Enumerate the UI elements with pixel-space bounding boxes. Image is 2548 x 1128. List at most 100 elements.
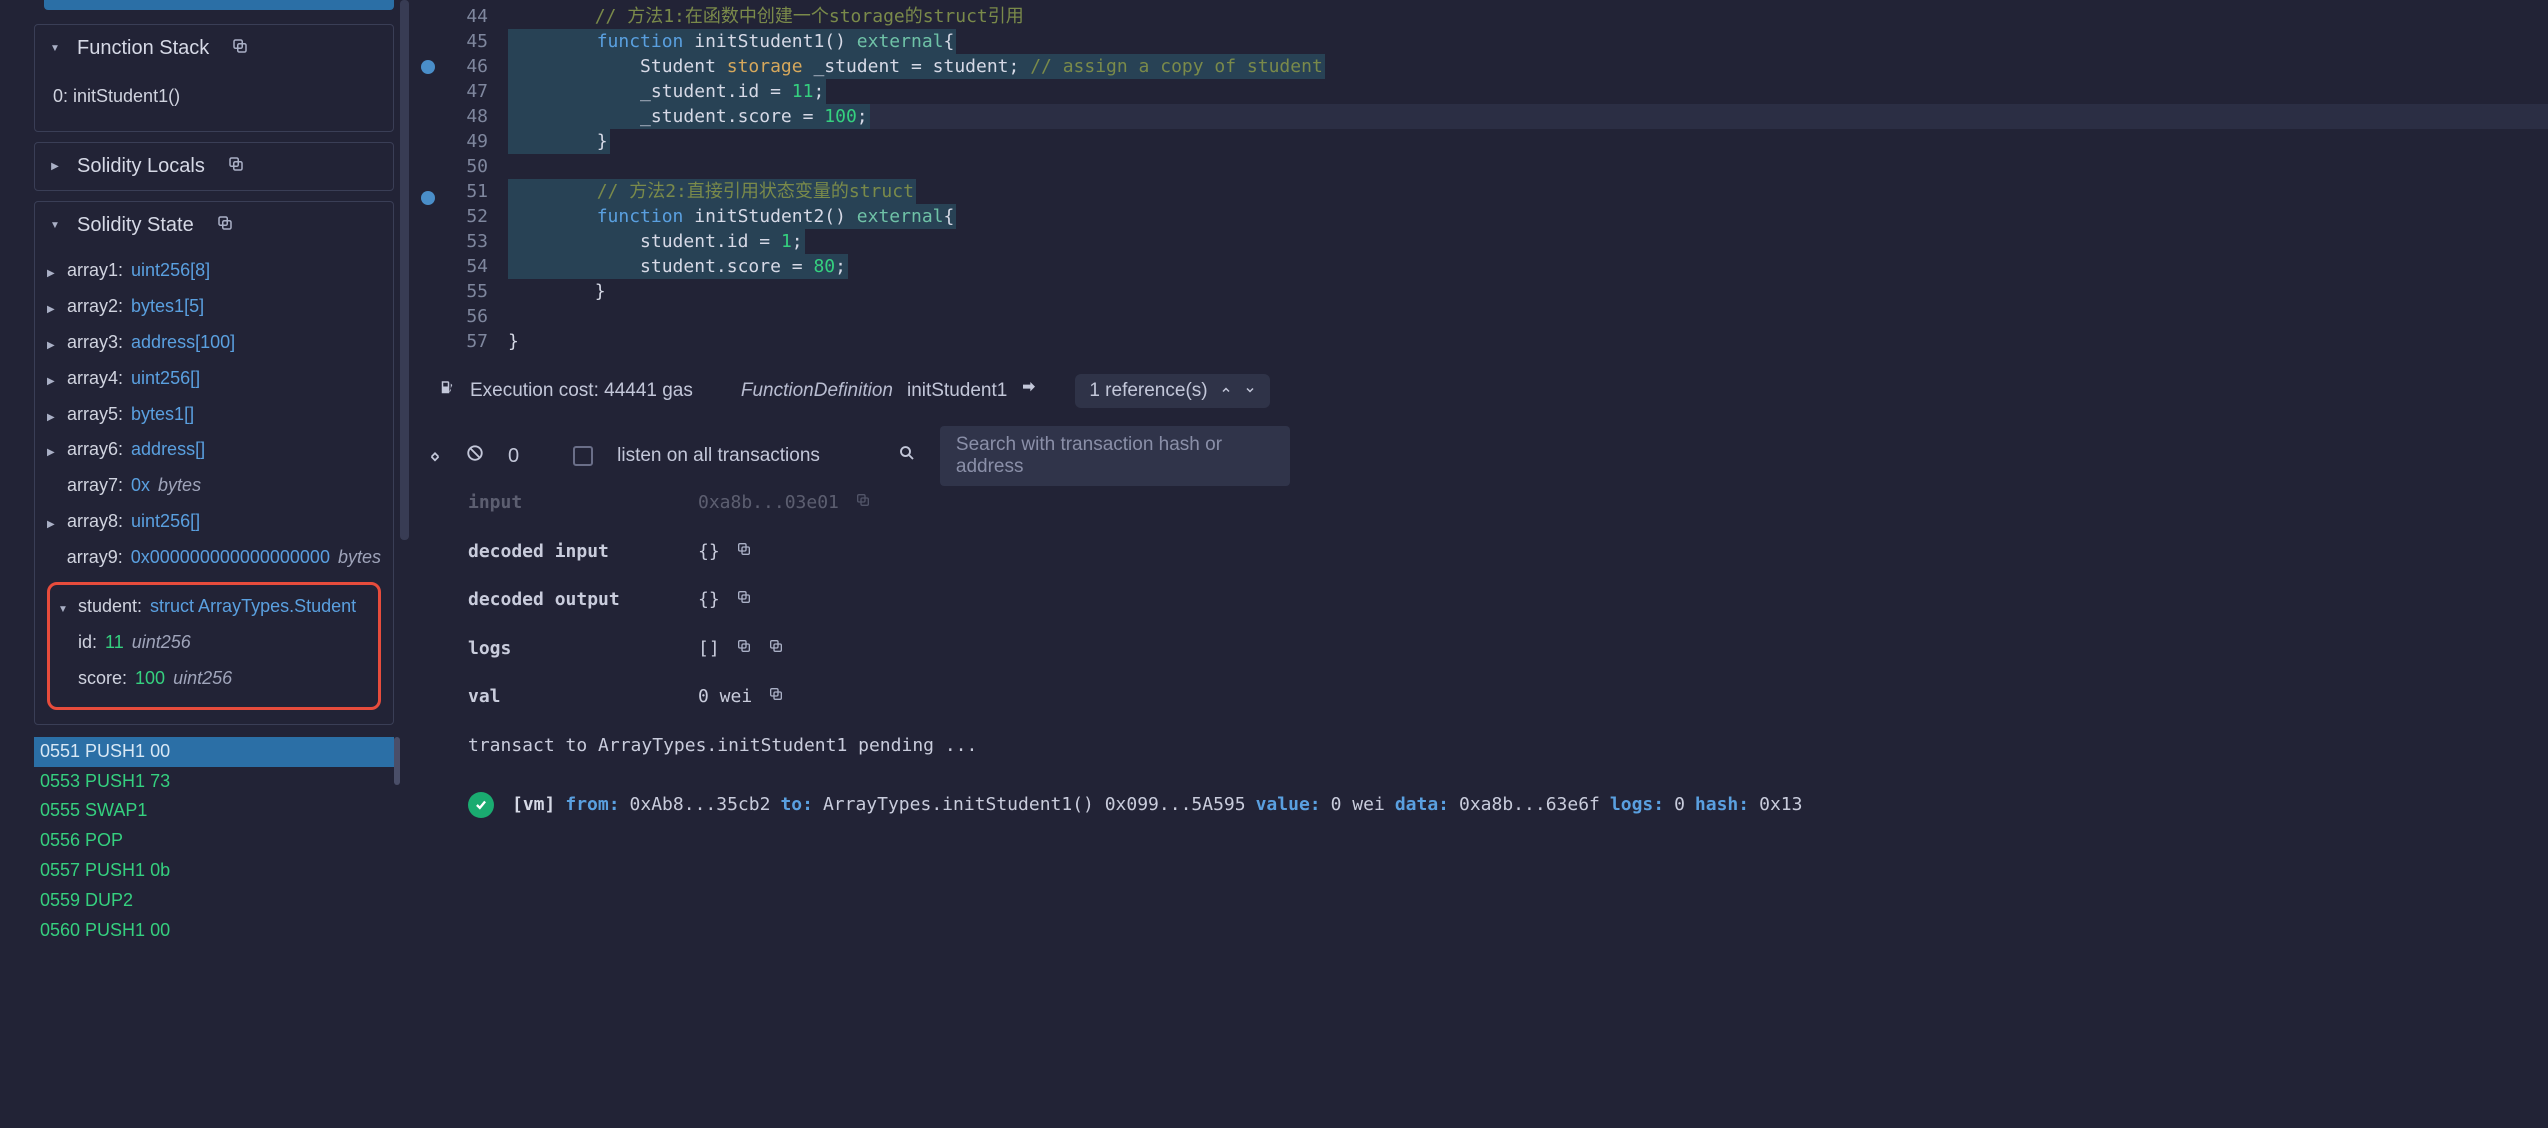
chevron-down-icon [58,593,70,621]
log-value: 0 wei [698,682,752,713]
line-number: 52 [448,204,488,229]
line-number: 49 [448,129,488,154]
state-var[interactable]: array2: bytes1[5] [47,289,381,325]
opcode-line[interactable]: 0553 PUSH1 73 [34,767,394,797]
line-number: 50 [448,154,488,179]
search-input[interactable]: Search with transaction hash or address [940,426,1290,486]
opcode-line[interactable]: 0555 SWAP1 [34,796,394,826]
code-line[interactable]: _student.id = 11; [508,79,2548,104]
listen-checkbox[interactable] [573,446,593,466]
code-line[interactable]: } [508,129,2548,154]
function-stack-title: Function Stack [77,37,209,60]
opcode-list[interactable]: 0551 PUSH1 000553 PUSH1 730555 SWAP10556… [34,737,394,946]
scrollbar[interactable] [394,737,400,785]
breakpoint-icon[interactable] [421,60,435,74]
copy-icon[interactable] [768,682,784,713]
line-number: 53 [448,229,488,254]
state-var[interactable]: array9: 0x000000000000000000 bytes [47,540,381,576]
state-var[interactable]: array8: uint256[] [47,504,381,540]
chevron-right-icon [47,401,59,429]
breakpoint-icon[interactable] [421,191,435,205]
gas-icon [438,379,456,403]
code-line[interactable]: } [508,279,2548,304]
state-var[interactable]: array6: address[] [47,432,381,468]
copy-icon[interactable] [768,634,784,665]
debug-toolbar-strip[interactable] [44,0,394,10]
chevron-right-icon [47,436,59,464]
opcode-line[interactable]: 0559 DUP2 [34,886,394,916]
expand-icon[interactable] [428,448,442,465]
copy-icon[interactable] [216,214,234,237]
code-line[interactable] [508,154,2548,179]
chevron-right-icon [47,508,59,536]
line-number: 54 [448,254,488,279]
log-row: decoded input{} [468,537,2508,568]
chevron-up-icon [1220,380,1232,402]
jump-icon[interactable] [1021,380,1037,402]
solidity-locals-title: Solidity Locals [77,155,205,178]
state-var[interactable]: array4: uint256[] [47,361,381,397]
state-var[interactable]: array1: uint256[8] [47,253,381,289]
line-number: 44 [448,4,488,29]
opcode-line[interactable]: 0551 PUSH1 00 [34,737,394,767]
log-value: [] [698,634,720,665]
code-editor[interactable]: 4445464748495051525354555657 // 方法1:在函数中… [408,0,2548,366]
line-number: 56 [448,304,488,329]
copy-icon[interactable] [736,585,752,616]
stack-frame[interactable]: 0: initStudent1() [47,76,381,117]
opcode-line[interactable]: 0557 PUSH1 0b [34,856,394,886]
solidity-locals-header[interactable]: Solidity Locals [35,143,393,190]
chevron-right-icon [49,161,61,172]
code-line[interactable]: _student.score = 100; [508,104,2548,129]
terminal-console[interactable]: input 0xa8b...03e01 decoded input{}decod… [408,496,2548,1128]
pending-count: 0 [508,445,519,468]
chevron-down-icon [49,43,61,54]
references-count: 1 reference(s) [1089,380,1207,402]
code-line[interactable]: student.score = 80; [508,254,2548,279]
debug-panel: Function Stack 0: initStudent1() Solidit… [0,0,408,1128]
solidity-state-header[interactable]: Solidity State [35,202,393,249]
execution-cost: Execution cost: 44441 gas [470,380,693,402]
function-stack-section: Function Stack 0: initStudent1() [34,24,394,132]
solidity-state-section: Solidity State array1: uint256[8]array2:… [34,201,394,725]
function-stack-header[interactable]: Function Stack [35,25,393,72]
state-var[interactable]: array5: bytes1[] [47,397,381,433]
line-number: 55 [448,279,488,304]
chevron-down-icon [1244,380,1256,402]
search-icon[interactable] [898,444,916,468]
copy-icon[interactable] [736,634,752,665]
chevron-right-icon [47,329,59,357]
log-key: decoded output [468,585,648,616]
code-line[interactable]: function initStudent2() external{ [508,204,2548,229]
code-line[interactable]: Student storage _student = student; // a… [508,54,2548,79]
log-row: val 0 wei [468,682,2508,713]
opcode-line[interactable]: 0560 PUSH1 00 [34,916,394,946]
code-line[interactable]: student.id = 1; [508,229,2548,254]
vm-summary[interactable]: [vm] from: 0xAb8...35cb2 to: ArrayTypes.… [468,790,2508,821]
code-line[interactable]: function initStudent1() external{ [508,29,2548,54]
references-badge[interactable]: 1 reference(s) [1075,374,1269,408]
chevron-down-icon [49,220,61,231]
chevron-right-icon [47,257,59,285]
terminal-bar: 0 listen on all transactions Search with… [408,416,2548,496]
log-row: logs[] [468,634,2508,665]
copy-icon[interactable] [736,537,752,568]
state-var[interactable]: array3: address[100] [47,325,381,361]
scrollbar[interactable] [400,0,409,540]
code-line[interactable]: // 方法2:直接引用状态变量的struct [508,179,2548,204]
copy-icon[interactable] [227,155,245,178]
state-var-student[interactable]: student: struct ArrayTypes.Student [58,589,370,625]
log-key: val [468,682,648,713]
copy-icon[interactable] [855,488,871,519]
listen-label: listen on all transactions [617,445,820,467]
code-line[interactable]: } [508,329,2548,354]
opcode-line[interactable]: 0556 POP [34,826,394,856]
code-line[interactable] [508,304,2548,329]
log-row: input 0xa8b...03e01 [468,488,2508,519]
code-line[interactable]: // 方法1:在函数中创建一个storage的struct引用 [508,4,2548,29]
clear-icon[interactable] [466,444,484,468]
state-var[interactable]: array7: 0x bytes [47,468,381,504]
vm-tag: [vm] [512,790,555,821]
copy-icon[interactable] [231,37,249,60]
log-row: decoded output{} [468,585,2508,616]
